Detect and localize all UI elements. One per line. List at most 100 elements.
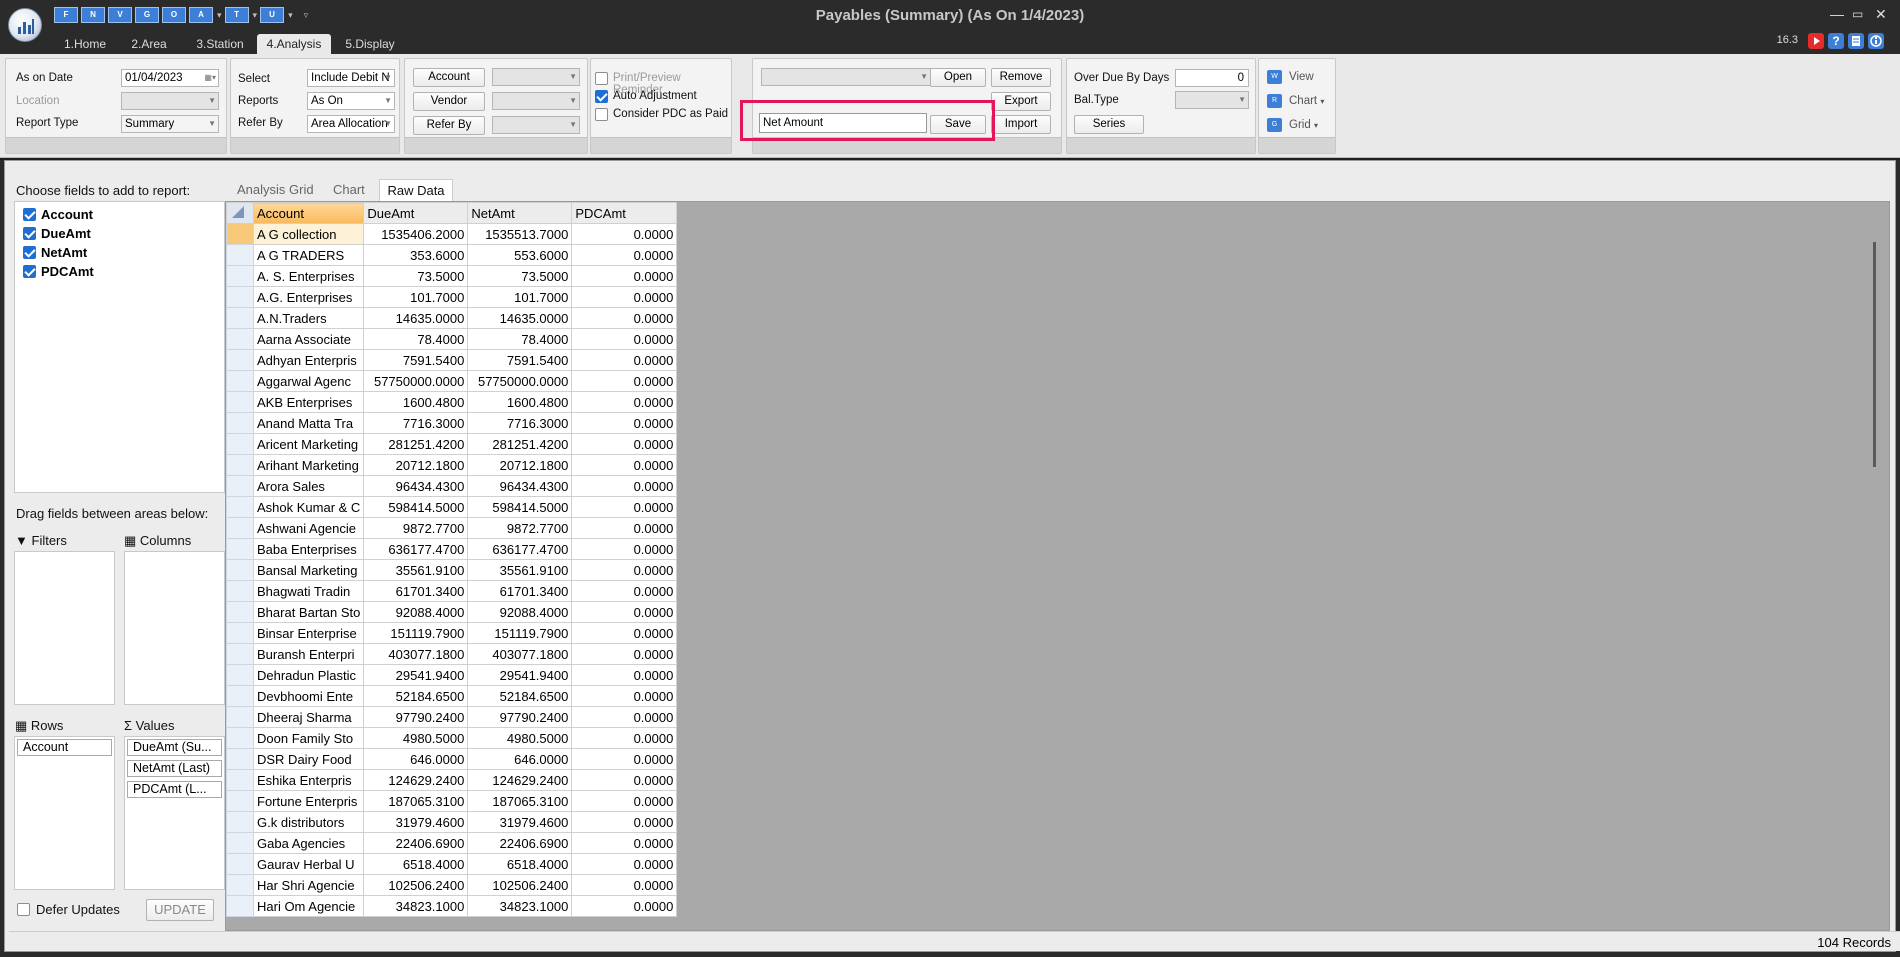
row-header[interactable] xyxy=(226,664,254,686)
table-row[interactable]: A. S. Enterprises 73.5000 73.5000 0.0000 xyxy=(226,265,678,287)
table-row[interactable]: Hari Om Agencie 34823.1000 34823.1000 0.000… xyxy=(226,895,678,917)
row-header[interactable] xyxy=(226,244,254,266)
cell-account[interactable]: Ashok Kumar & C xyxy=(252,496,365,518)
cell-account[interactable]: Buransh Enterpri xyxy=(252,643,365,665)
table-row[interactable]: A.G. Enterprises 101.7000 101.7000 0.0000 xyxy=(226,286,678,308)
row-header[interactable] xyxy=(226,769,254,791)
cell-value[interactable]: 61701.3400 xyxy=(467,580,573,602)
cell-value[interactable]: 35561.9100 xyxy=(467,559,573,581)
table-row[interactable]: A.N.Traders 14635.0000 14635.0000 0.0000 xyxy=(226,307,678,329)
cell-account[interactable]: Har Shri Agencie xyxy=(252,874,365,896)
save-button[interactable]: Save xyxy=(930,115,986,134)
field-item[interactable]: PDCAmt xyxy=(21,263,94,281)
location-combo[interactable]: ▼ xyxy=(121,92,219,110)
row-header[interactable] xyxy=(226,349,254,371)
cell-value[interactable]: 598414.5000 xyxy=(363,496,469,518)
refer-by-button[interactable]: Refer By xyxy=(413,116,485,135)
scrollbar-thumb[interactable] xyxy=(1873,242,1876,467)
cell-value[interactable]: 0.0000 xyxy=(571,265,678,287)
cell-value[interactable]: 102506.2400 xyxy=(363,874,469,896)
cell-account[interactable]: Fortune Enterpris xyxy=(252,790,365,812)
table-row[interactable]: Ashok Kumar & C 598414.5000 598414.5000 0.0… xyxy=(226,496,678,518)
table-row[interactable]: Aggarwal Agenc 57750000.0000 57750000.0000… xyxy=(226,370,678,392)
app-logo[interactable] xyxy=(8,8,42,42)
row-header[interactable] xyxy=(226,874,254,896)
column-header-netamt[interactable]: NetAmt xyxy=(467,202,573,224)
cell-value[interactable]: 0.0000 xyxy=(571,223,678,245)
cell-value[interactable]: 553.6000 xyxy=(467,244,573,266)
info-icon[interactable] xyxy=(1868,33,1884,49)
reports-combo[interactable]: As On ▼ xyxy=(307,92,395,110)
row-header[interactable] xyxy=(226,832,254,854)
row-header[interactable] xyxy=(226,538,254,560)
table-row[interactable]: Aarna Associate 78.4000 78.4000 0.0000 xyxy=(226,328,678,350)
cell-account[interactable]: Binsar Enterprise xyxy=(252,622,365,644)
cell-value[interactable]: 78.4000 xyxy=(467,328,573,350)
cell-value[interactable]: 101.7000 xyxy=(363,286,469,308)
cell-value[interactable]: 7591.5400 xyxy=(467,349,573,371)
cell-value[interactable]: 0.0000 xyxy=(571,643,678,665)
cell-value[interactable]: 1535513.7000 xyxy=(467,223,573,245)
cell-value[interactable]: 0.0000 xyxy=(571,433,678,455)
columns-zone[interactable] xyxy=(124,551,225,705)
field-checkbox[interactable] xyxy=(23,246,36,259)
cell-value[interactable]: 646.0000 xyxy=(467,748,573,770)
cell-account[interactable]: A G TRADERS xyxy=(252,244,365,266)
tab-station[interactable]: 3.Station xyxy=(190,34,250,54)
values-zone[interactable]: DueAmt (Su... NetAmt (Last) PDCAmt (L... xyxy=(124,736,225,890)
cell-value[interactable]: 281251.4200 xyxy=(467,433,573,455)
cell-value[interactable]: 102506.2400 xyxy=(467,874,573,896)
row-header[interactable] xyxy=(226,748,254,770)
cell-value[interactable]: 78.4000 xyxy=(363,328,469,350)
table-row[interactable]: Devbhoomi Ente 52184.6500 52184.6500 0.0000 xyxy=(226,685,678,707)
cell-account[interactable]: Ashwani Agencie xyxy=(252,517,365,539)
row-header[interactable] xyxy=(226,895,254,917)
cell-value[interactable]: 9872.7700 xyxy=(363,517,469,539)
select-combo[interactable]: Include Debit N ▼ xyxy=(307,69,395,87)
cell-account[interactable]: Dehradun Plastic xyxy=(252,664,365,686)
cell-value[interactable]: 31979.4600 xyxy=(467,811,573,833)
cell-account[interactable]: A.G. Enterprises xyxy=(252,286,365,308)
select-all-corner[interactable] xyxy=(226,202,254,224)
vertical-scrollbar[interactable] xyxy=(1869,242,1883,930)
table-row[interactable]: Doon Family Sto 4980.5000 4980.5000 0.0000 xyxy=(226,727,678,749)
cell-value[interactable]: 353.6000 xyxy=(363,244,469,266)
table-row[interactable]: Gaba Agencies 22406.6900 22406.6900 0.0000 xyxy=(226,832,678,854)
cell-value[interactable]: 636177.4700 xyxy=(363,538,469,560)
cell-account[interactable]: DSR Dairy Food xyxy=(252,748,365,770)
row-header[interactable] xyxy=(226,391,254,413)
cell-value[interactable]: 34823.1000 xyxy=(363,895,469,917)
cell-value[interactable]: 92088.4000 xyxy=(363,601,469,623)
cell-value[interactable]: 0.0000 xyxy=(571,307,678,329)
table-row[interactable]: Har Shri Agencie 102506.2400 102506.2400 0.… xyxy=(226,874,678,896)
notes-icon[interactable] xyxy=(1848,33,1864,49)
tab-chart[interactable]: Chart xyxy=(333,179,367,201)
cell-value[interactable]: 403077.1800 xyxy=(467,643,573,665)
cell-value[interactable]: 0.0000 xyxy=(571,622,678,644)
close-icon[interactable]: ✕ xyxy=(1875,6,1887,23)
auto-adjustment-checkbox[interactable] xyxy=(595,90,608,103)
cell-account[interactable]: Gaba Agencies xyxy=(252,832,365,854)
cell-value[interactable]: 151119.7900 xyxy=(467,622,573,644)
row-header[interactable] xyxy=(226,622,254,644)
layout-name-input[interactable]: Net Amount xyxy=(759,113,927,133)
row-header[interactable] xyxy=(226,307,254,329)
column-header-account[interactable]: Account xyxy=(252,202,365,224)
consider-pdc-checkbox[interactable] xyxy=(595,108,608,121)
row-header[interactable] xyxy=(226,601,254,623)
cell-value[interactable]: 6518.4000 xyxy=(363,853,469,875)
maximize-icon[interactable]: ▭ xyxy=(1852,7,1863,21)
row-header[interactable] xyxy=(226,433,254,455)
row-header[interactable] xyxy=(226,496,254,518)
row-header[interactable] xyxy=(226,475,254,497)
table-row[interactable]: Eshika Enterpris 124629.2400 124629.2400 0.… xyxy=(226,769,678,791)
values-zone-item[interactable]: NetAmt (Last) xyxy=(127,760,222,777)
overdue-input[interactable]: 0 xyxy=(1175,69,1249,87)
report-type-combo[interactable]: Summary ▼ xyxy=(121,115,219,133)
cell-account[interactable]: A G collection xyxy=(252,223,365,245)
cell-value[interactable]: 0.0000 xyxy=(571,517,678,539)
row-header[interactable] xyxy=(226,328,254,350)
grid-button[interactable]: G Grid ▾ xyxy=(1267,116,1318,134)
column-header-dueamt[interactable]: DueAmt xyxy=(363,202,469,224)
cell-value[interactable]: 57750000.0000 xyxy=(467,370,573,392)
